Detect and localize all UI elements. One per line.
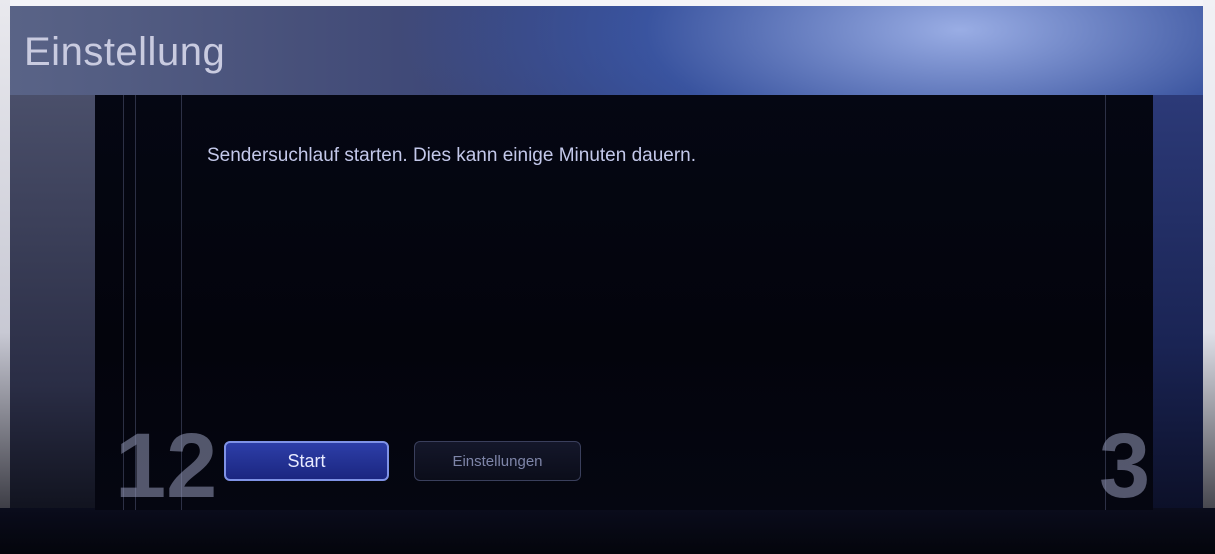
bezel-right — [1203, 0, 1215, 554]
dialog-message: Sendersuchlauf starten. Dies kann einige… — [207, 145, 697, 166]
background-band-left — [10, 95, 95, 510]
settings-button-label: Einstellungen — [452, 452, 543, 470]
settings-button[interactable]: Einstellungen — [414, 441, 581, 481]
tv-screen: Einstellung 12 3 Sendersuchlauf starten.… — [0, 0, 1215, 554]
bezel-top — [0, 0, 1215, 6]
channel-number-right: 3 — [1099, 415, 1151, 510]
start-button-label: Start — [287, 450, 326, 471]
start-button[interactable]: Start — [224, 441, 389, 481]
background-band-right — [1153, 95, 1203, 510]
setup-dialog: 12 3 Sendersuchlauf starten. Dies kann e… — [95, 95, 1153, 510]
channel-number-left: 12 — [115, 415, 218, 510]
bottom-shadow — [0, 508, 1215, 554]
bezel-left — [0, 0, 10, 554]
page-title: Einstellung — [24, 30, 226, 74]
